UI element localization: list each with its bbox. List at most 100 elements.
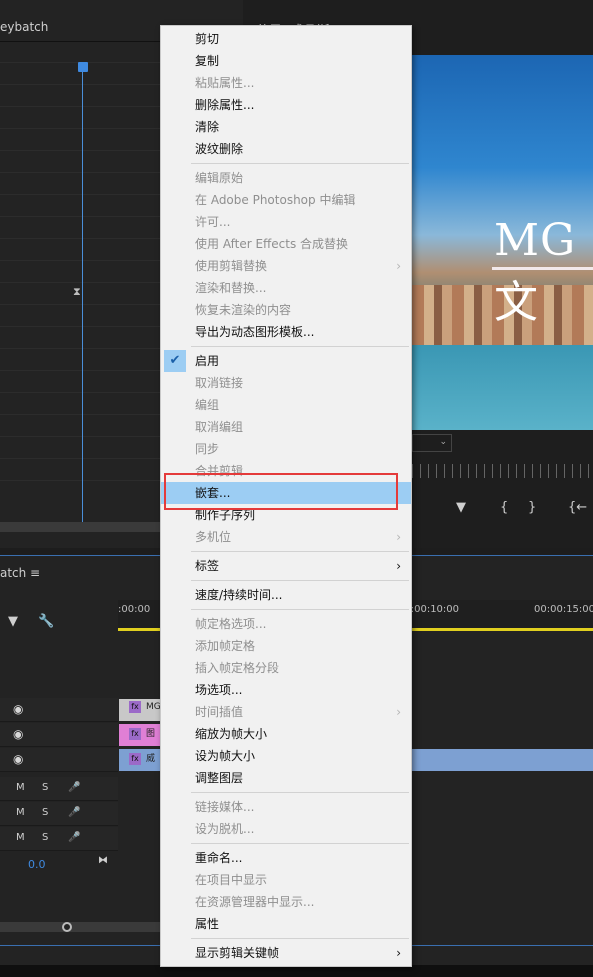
- track-header-v2: ◉: [0, 723, 118, 747]
- bowtie-icon[interactable]: ⧓: [98, 855, 108, 866]
- eye-icon[interactable]: ◉: [13, 752, 23, 766]
- eye-icon[interactable]: ◉: [13, 702, 23, 716]
- playhead-line[interactable]: [82, 72, 83, 522]
- menu-item-multi-camera[interactable]: 多机位 ›: [161, 526, 411, 548]
- menu-item-enable[interactable]: ✔ 启用: [161, 350, 411, 372]
- solo-button[interactable]: S: [42, 807, 48, 818]
- menu-item-add-frame-hold[interactable]: 添加帧定格: [161, 635, 411, 657]
- menu-item-export-mogrt[interactable]: 导出为动态图形模板...: [161, 321, 411, 343]
- playhead-handle[interactable]: [78, 62, 88, 72]
- grid-line: [0, 414, 160, 415]
- clip-image[interactable]: fx 图: [119, 724, 161, 746]
- panel-menu-icon[interactable]: ≡: [30, 566, 40, 580]
- source-panel-title[interactable]: eybatch: [0, 20, 48, 34]
- menu-item-edit-original[interactable]: 编辑原始: [161, 167, 411, 189]
- clip-label: 威: [146, 754, 156, 764]
- program-time-ruler[interactable]: [412, 464, 593, 478]
- menu-item-replace-with-clip[interactable]: 使用剪辑替换 ›: [161, 255, 411, 277]
- menu-item-group[interactable]: 编组: [161, 394, 411, 416]
- menu-item-cut[interactable]: 剪切: [161, 28, 411, 50]
- mute-button[interactable]: M: [16, 782, 25, 793]
- menu-item-field-options[interactable]: 场选项...: [161, 679, 411, 701]
- master-volume-value[interactable]: 0.0: [28, 858, 46, 871]
- microphone-icon[interactable]: 🎤: [68, 807, 80, 818]
- menu-item-synchronize[interactable]: 同步: [161, 438, 411, 460]
- menu-item-label-submenu[interactable]: 标签 ›: [161, 555, 411, 577]
- grid-line: [0, 458, 160, 459]
- menu-item-reveal-in-project[interactable]: 在项目中显示: [161, 869, 411, 891]
- menu-item-clear[interactable]: 清除: [161, 116, 411, 138]
- menu-item-label: 在项目中显示: [195, 873, 268, 887]
- menu-item-edit-in-photoshop[interactable]: 在 Adobe Photoshop 中编辑: [161, 189, 411, 211]
- menu-item-adjustment-layer[interactable]: 调整图层: [161, 767, 411, 789]
- menu-item-copy[interactable]: 复制: [161, 50, 411, 72]
- microphone-icon[interactable]: 🎤: [68, 782, 80, 793]
- source-scrollbar[interactable]: [0, 522, 160, 532]
- add-marker-button[interactable]: ▼: [456, 500, 466, 515]
- menu-item-paste-attributes[interactable]: 粘贴属性...: [161, 72, 411, 94]
- menu-item-scale-to-frame-size[interactable]: 缩放为帧大小: [161, 723, 411, 745]
- track-header-a3: M S 🎤: [0, 827, 118, 851]
- marker-tool-icon[interactable]: ▼: [8, 614, 18, 629]
- submenu-arrow-icon: ›: [396, 530, 401, 544]
- clip-label: 图: [146, 729, 156, 739]
- solo-button[interactable]: S: [42, 832, 48, 843]
- mute-button[interactable]: M: [16, 832, 25, 843]
- menu-item-set-to-frame-size[interactable]: 设为帧大小: [161, 745, 411, 767]
- microphone-icon[interactable]: 🎤: [68, 832, 80, 843]
- video-title-text: MG文: [494, 215, 577, 328]
- zoom-handle[interactable]: [62, 922, 72, 932]
- menu-item-label: 编辑原始: [195, 171, 244, 185]
- mute-button[interactable]: M: [16, 807, 25, 818]
- menu-item-properties[interactable]: 属性: [161, 913, 411, 935]
- eye-icon[interactable]: ◉: [13, 727, 23, 741]
- keyframe-marker-icon[interactable]: ⧗: [73, 285, 81, 299]
- grid-line: [0, 392, 160, 393]
- program-video-frame[interactable]: MG文: [412, 55, 593, 430]
- menu-item-label: 帧定格选项...: [195, 617, 267, 631]
- grid-line: [0, 172, 160, 173]
- menu-item-unlink[interactable]: 取消链接: [161, 372, 411, 394]
- menu-item-label: 多机位: [195, 530, 232, 544]
- track-headers: ◉ ◉ ◉ M S 🎤 M S 🎤 M S 🎤: [0, 698, 118, 878]
- timeline-scrollbar[interactable]: [0, 922, 160, 932]
- menu-item-ungroup[interactable]: 取消编组: [161, 416, 411, 438]
- menu-item-restore-unrendered[interactable]: 恢复未渲染的内容: [161, 299, 411, 321]
- clip-label: MG: [146, 702, 161, 712]
- clip-mg[interactable]: fx MG: [119, 699, 161, 721]
- menu-item-replace-with-ae[interactable]: 使用 After Effects 合成替换: [161, 233, 411, 255]
- menu-item-label: 制作子序列: [195, 508, 256, 522]
- menu-item-speed-duration[interactable]: 速度/持续时间...: [161, 584, 411, 606]
- menu-item-insert-frame-hold-segment[interactable]: 插入帧定格分段: [161, 657, 411, 679]
- menu-item-make-offline[interactable]: 设为脱机...: [161, 818, 411, 840]
- grid-line: [0, 150, 160, 151]
- solo-button[interactable]: S: [42, 782, 48, 793]
- highlight-annotation-box: [164, 473, 398, 510]
- track-header-v3: ◉: [0, 698, 118, 722]
- grid-line: [0, 238, 160, 239]
- go-to-in-button[interactable]: {←: [568, 500, 587, 515]
- menu-item-label: 场选项...: [195, 683, 243, 697]
- menu-item-ripple-delete[interactable]: 波纹删除: [161, 138, 411, 160]
- menu-item-show-clip-keyframes[interactable]: 显示剪辑关键帧 ›: [161, 942, 411, 964]
- fit-dropdown[interactable]: ⌄: [412, 434, 452, 452]
- menu-item-time-interpolation[interactable]: 时间插值 ›: [161, 701, 411, 723]
- menu-item-frame-hold-options[interactable]: 帧定格选项...: [161, 613, 411, 635]
- mark-out-button[interactable]: }: [528, 500, 536, 515]
- menu-item-reveal-in-explorer[interactable]: 在资源管理器中显示...: [161, 891, 411, 913]
- menu-item-label: 标签: [195, 559, 220, 573]
- mark-in-button[interactable]: {: [500, 500, 508, 515]
- menu-item-label: 在资源管理器中显示...: [195, 895, 315, 909]
- grid-line: [0, 436, 160, 437]
- menu-item-link-media[interactable]: 链接媒体...: [161, 796, 411, 818]
- menu-item-label: 恢复未渲染的内容: [195, 303, 292, 317]
- menu-item-rename[interactable]: 重命名...: [161, 847, 411, 869]
- menu-item-render-and-replace[interactable]: 渲染和替换...: [161, 277, 411, 299]
- menu-item-label: 时间插值: [195, 705, 244, 719]
- menu-item-remove-attributes[interactable]: 删除属性...: [161, 94, 411, 116]
- wrench-icon[interactable]: 🔧: [38, 614, 54, 629]
- timeline-title[interactable]: atch: [0, 566, 26, 580]
- menu-item-label: 剪切: [195, 32, 220, 46]
- menu-item-license[interactable]: 许可...: [161, 211, 411, 233]
- grid-line: [0, 282, 160, 283]
